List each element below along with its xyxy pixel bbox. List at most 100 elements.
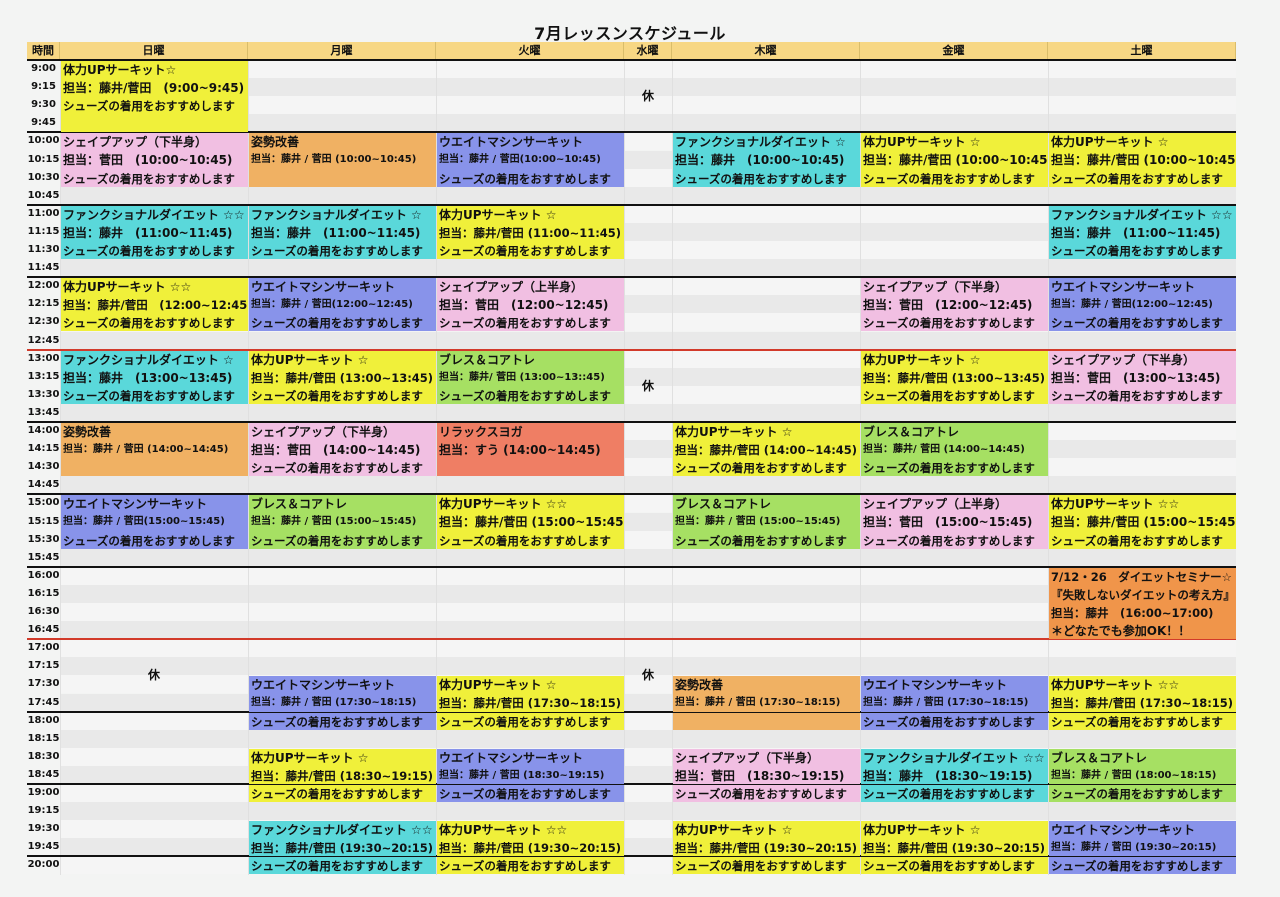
class-block[interactable]: 姿勢改善 担当：藤井 / 菅田 (17:30~18:15) (673, 676, 860, 712)
class-block[interactable]: シェイプアップ（下半身） 担当：菅田 (12:00~12:45) シューズの着用をお… (861, 278, 1048, 332)
time-label: 13:30 (27, 388, 60, 400)
class-note (439, 459, 623, 476)
class-block[interactable]: ファンクショナルダイエット ☆☆ 担当：藤井 (11:00~11:45) シューズの… (1049, 205, 1236, 260)
class-note: シューズの着用をおすすめします (63, 316, 235, 331)
class-name: ファンクショナルダイエット ☆ (63, 352, 234, 367)
class-instructor: 担当：菅田 (14:00~14:45) (251, 443, 421, 458)
class-instructor: 担当：藤井/菅田 (19:30~20:15) (439, 841, 622, 856)
class-name: シューズの着用をおすすめします (863, 859, 1035, 874)
class-block[interactable]: シェイプアップ（上半身） 担当：菅田 (12:00~12:45) シューズの着用をお… (437, 278, 624, 332)
class-block[interactable]: ウエイトマシンサーキット 担当：藤井 / 菅田 (19:30~20:15) (1049, 821, 1236, 857)
class-block[interactable]: 体力UPサーキット ☆ 担当：藤井/菅田 (10:00~10:45) シューズの着用… (1049, 133, 1236, 187)
class-instructor: 担当：藤井/菅田 (17:30~18:15) (1051, 696, 1234, 711)
class-block[interactable]: ブレス＆コアトレ 担当：藤井 / 菅田 (18:00~18:15) (1049, 748, 1236, 784)
class-instructor: 担当：すう (14:00~14:45) (439, 443, 601, 458)
class-block[interactable]: ファンクショナルダイエット ☆☆ 担当：藤井 (11:00~11:45) シューズの… (61, 205, 248, 260)
class-block[interactable]: シューズの着用をおすすめします (437, 785, 624, 803)
class-block[interactable]: シューズの着用をおすすめします (249, 857, 436, 875)
class-block[interactable]: 体力UPサーキット ☆ 担当：藤井/菅田 (14:00~14:45) シューズの着用… (673, 423, 860, 477)
header-day: 月曜 (248, 42, 436, 59)
class-name: シューズの着用をおすすめします (439, 787, 611, 801)
time-label: 10:45 (27, 189, 60, 201)
class-note: シューズの着用をおすすめします (63, 99, 235, 114)
row-band (60, 186, 1236, 205)
class-block[interactable]: 体力UPサーキット ☆ 担当：藤井/菅田 (17:30~18:15) (437, 676, 624, 712)
time-label: 16:45 (27, 624, 60, 636)
class-block[interactable]: シューズの着用をおすすめします (249, 712, 436, 730)
class-block[interactable]: ファンクショナルダイエット ☆ 担当：藤井 (11:00~11:45) シューズの着… (249, 205, 436, 260)
class-block[interactable]: ウエイトマシンサーキット 担当：藤井 / 菅田(12:00~12:45) シューズの… (1049, 278, 1236, 332)
class-block[interactable]: 7/12・26 ダイエットセミナー☆ 『失敗しないダイエットの考え方』 担当：藤井 … (1049, 567, 1236, 640)
class-block[interactable]: シェイプアップ（下半身） 担当：菅田 (18:30~19:15) (673, 748, 860, 784)
class-instructor: 担当：藤井 (11:00~11:45) (251, 225, 421, 240)
class-block[interactable]: シェイプアップ（下半身） 担当：菅田 (14:00~14:45) シューズの着用をお… (249, 423, 436, 477)
class-block[interactable]: ウエイトマシンサーキット 担当：藤井 / 菅田(15:00~15:45) シューズの… (61, 495, 248, 549)
class-block[interactable]: 体力UPサーキット☆ 担当：藤井/菅田 (9:00~9:45) シューズの着用をおす… (61, 61, 248, 133)
class-block[interactable]: 体力UPサーキット ☆☆ 担当：藤井/菅田 (12:00~12:45) シューズの着… (61, 278, 248, 332)
class-block[interactable]: ウエイトマシンサーキット 担当：藤井 / 菅田(10:00~10:45) シューズの… (437, 133, 624, 187)
class-block[interactable]: ウエイトマシンサーキット 担当：藤井 / 菅田 (18:30~19:15) (437, 748, 624, 784)
class-instructor: 担当：藤井/菅田 (15:00~15:45) (439, 515, 623, 530)
class-name: 体力UPサーキット ☆☆ (439, 497, 568, 512)
class-block[interactable]: シェイプアップ（下半身） 担当：菅田 (13:00~13:45) シューズの着用をお… (1049, 350, 1236, 404)
time-label: 16:15 (27, 587, 60, 599)
class-block[interactable]: ブレス＆コアトレ 担当：藤井 / 菅田 (15:00~15:45) シューズの着用を… (249, 495, 436, 549)
class-block[interactable]: 姿勢改善 担当：藤井 / 菅田 (14:00~14:45) (61, 423, 248, 477)
class-block[interactable]: ウエイトマシンサーキット 担当：藤井 / 菅田(12:00~12:45) シューズの… (249, 278, 436, 332)
class-block[interactable]: ブレス＆コアトレ 担当：藤井 / 菅田 (15:00~15:45) シューズの着用を… (673, 495, 860, 549)
class-block[interactable]: シューズの着用をおすすめします (861, 712, 1048, 730)
class-block[interactable]: 体力UPサーキット ☆☆ 担当：藤井/菅田 (15:00~15:45) シューズの着… (1049, 495, 1236, 549)
class-block[interactable]: 体力UPサーキット ☆ 担当：藤井/菅田 (10:00~10:45) シューズの着用… (861, 133, 1048, 187)
class-block[interactable]: ブレス＆コアトレ 担当：藤井/ 菅田 (14:00~14:45) シューズの着用をお… (861, 423, 1048, 477)
closed-label: 休 (641, 89, 654, 103)
class-block[interactable]: ウエイトマシンサーキット 担当：藤井 / 菅田 (17:30~18:15) (249, 676, 436, 712)
class-block[interactable]: 体力UPサーキット ☆ 担当：藤井/菅田 (13:00~13:45) シューズの着用… (861, 350, 1048, 404)
class-block[interactable]: 体力UPサーキット ☆ 担当：藤井/菅田 (19:30~20:15) (673, 821, 860, 857)
class-block[interactable]: シューズの着用をおすすめします (673, 857, 860, 875)
class-note: シューズの着用をおすすめします (439, 243, 611, 258)
class-block[interactable]: シューズの着用をおすすめします (673, 785, 860, 803)
class-note: シューズの着用をおすすめします (63, 388, 235, 403)
class-block[interactable]: シューズの着用をおすすめします (1049, 712, 1236, 730)
class-block[interactable]: 姿勢改善 担当：藤井 / 菅田 (10:00~10:45) (249, 133, 436, 187)
class-block[interactable]: 体力UPサーキット ☆ 担当：藤井/菅田 (18:30~19:15) (249, 748, 436, 784)
row-band (60, 476, 1236, 495)
class-block[interactable]: ファンクショナルダイエット ☆ 担当：藤井 (13:00~13:45) シューズの着… (61, 350, 248, 404)
class-note: シューズの着用をおすすめします (863, 171, 1035, 186)
class-block[interactable]: 体力UPサーキット ☆☆ 担当：藤井/菅田 (19:30~20:15) (437, 821, 624, 857)
class-block[interactable] (673, 712, 860, 730)
class-block[interactable]: シェイプアップ（上半身） 担当：菅田 (15:00~15:45) シューズの着用をお… (861, 495, 1048, 549)
header-day: 日曜 (60, 42, 248, 59)
class-block[interactable]: ウエイトマシンサーキット 担当：藤井 / 菅田 (17:30~18:15) (861, 676, 1048, 712)
class-note: シューズの着用をおすすめします (675, 533, 847, 548)
class-block[interactable]: シューズの着用をおすすめします (1049, 785, 1236, 803)
class-block[interactable]: 体力UPサーキット ☆ 担当：藤井/菅田 (11:00~11:45) シューズの着用… (437, 205, 624, 260)
class-name: シューズの着用をおすすめします (439, 714, 611, 729)
class-block[interactable]: シューズの着用をおすすめします (861, 857, 1048, 875)
time-label: 19:15 (27, 805, 60, 817)
class-block[interactable]: 体力UPサーキット ☆ 担当：藤井/菅田 (19:30~20:15) (861, 821, 1048, 857)
class-instructor: 担当：菅田 (18:30~19:15) (675, 768, 845, 783)
class-block[interactable]: シューズの着用をおすすめします (861, 785, 1048, 803)
class-block[interactable]: 体力UPサーキット ☆☆ 担当：藤井/菅田 (17:30~18:15) (1049, 676, 1236, 712)
class-name: 体力UPサーキット ☆☆ (1051, 497, 1180, 512)
class-note: シューズの着用をおすすめします (439, 388, 611, 403)
class-note: シューズの着用をおすすめします (1051, 533, 1223, 548)
class-block[interactable]: シューズの着用をおすすめします (437, 712, 624, 730)
class-block[interactable]: シェイプアップ（下半身） 担当：菅田 (10:00~10:45) シューズの着用をお… (61, 133, 248, 187)
class-block[interactable]: シューズの着用をおすすめします (437, 857, 624, 875)
class-name: シューズの着用をおすすめします (1051, 787, 1223, 801)
class-block[interactable]: ブレス＆コアトレ 担当：藤井/ 菅田 (13:00~13::45) シューズの着用を… (437, 350, 624, 404)
class-block[interactable]: 体力UPサーキット ☆ 担当：藤井/菅田 (13:00~13:45) シューズの着用… (249, 350, 436, 404)
class-block[interactable]: ファンクショナルダイエット ☆☆ 担当：藤井 (18:30~19:15) (861, 748, 1048, 784)
class-block[interactable]: シューズの着用をおすすめします (1049, 857, 1236, 875)
time-label: 16:00 (27, 569, 60, 581)
class-note: シューズの着用をおすすめします (251, 533, 423, 548)
class-block[interactable]: ファンクショナルダイエット ☆ 担当：藤井 (10:00~10:45) シューズの着… (673, 133, 860, 187)
class-block[interactable]: 体力UPサーキット ☆☆ 担当：藤井/菅田 (15:00~15:45) シューズの着… (437, 495, 624, 549)
class-name: リラックスヨガ (439, 425, 523, 439)
class-name: 体力UPサーキット ☆ (1051, 135, 1169, 150)
class-block[interactable]: リラックスヨガ担当：すう (14:00~14:45) (437, 423, 624, 477)
class-block[interactable]: ファンクショナルダイエット ☆☆ 担当：藤井/菅田 (19:30~20:15) (249, 821, 436, 857)
class-block[interactable]: シューズの着用をおすすめします (249, 785, 436, 803)
